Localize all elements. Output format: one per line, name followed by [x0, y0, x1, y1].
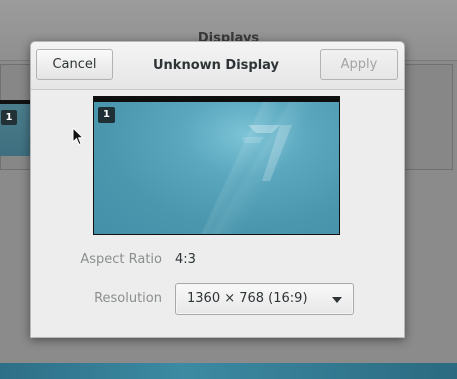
chevron-down-icon	[332, 297, 342, 303]
monitor-number-badge: 1	[1, 110, 17, 125]
dialog-title: Unknown Display	[152, 58, 280, 73]
aspect-ratio-label: Aspect Ratio	[80, 252, 162, 267]
resolution-dropdown[interactable]: 1360 × 768 (16:9)	[175, 283, 354, 315]
display-preview: 1	[93, 96, 340, 235]
unknown-display-dialog: Cancel Unknown Display Apply 1 Aspect Ra…	[30, 41, 405, 338]
preview-monitor-badge: 1	[98, 107, 115, 123]
resolution-label: Resolution	[94, 291, 162, 306]
dialog-header-bar: Cancel Unknown Display Apply	[31, 42, 404, 90]
apply-button[interactable]: Apply	[320, 49, 398, 80]
background-monitor-thumbnail[interactable]: 1	[0, 100, 30, 156]
desktop-background-strip	[0, 363, 457, 379]
wallpaper-logo-icon	[242, 125, 292, 181]
resolution-selected-value: 1360 × 768 (16:9)	[187, 291, 308, 306]
aspect-ratio-value: 4:3	[175, 252, 196, 267]
preview-top-panel	[94, 97, 339, 102]
cancel-button[interactable]: Cancel	[36, 49, 113, 80]
mouse-pointer-icon	[72, 127, 84, 146]
